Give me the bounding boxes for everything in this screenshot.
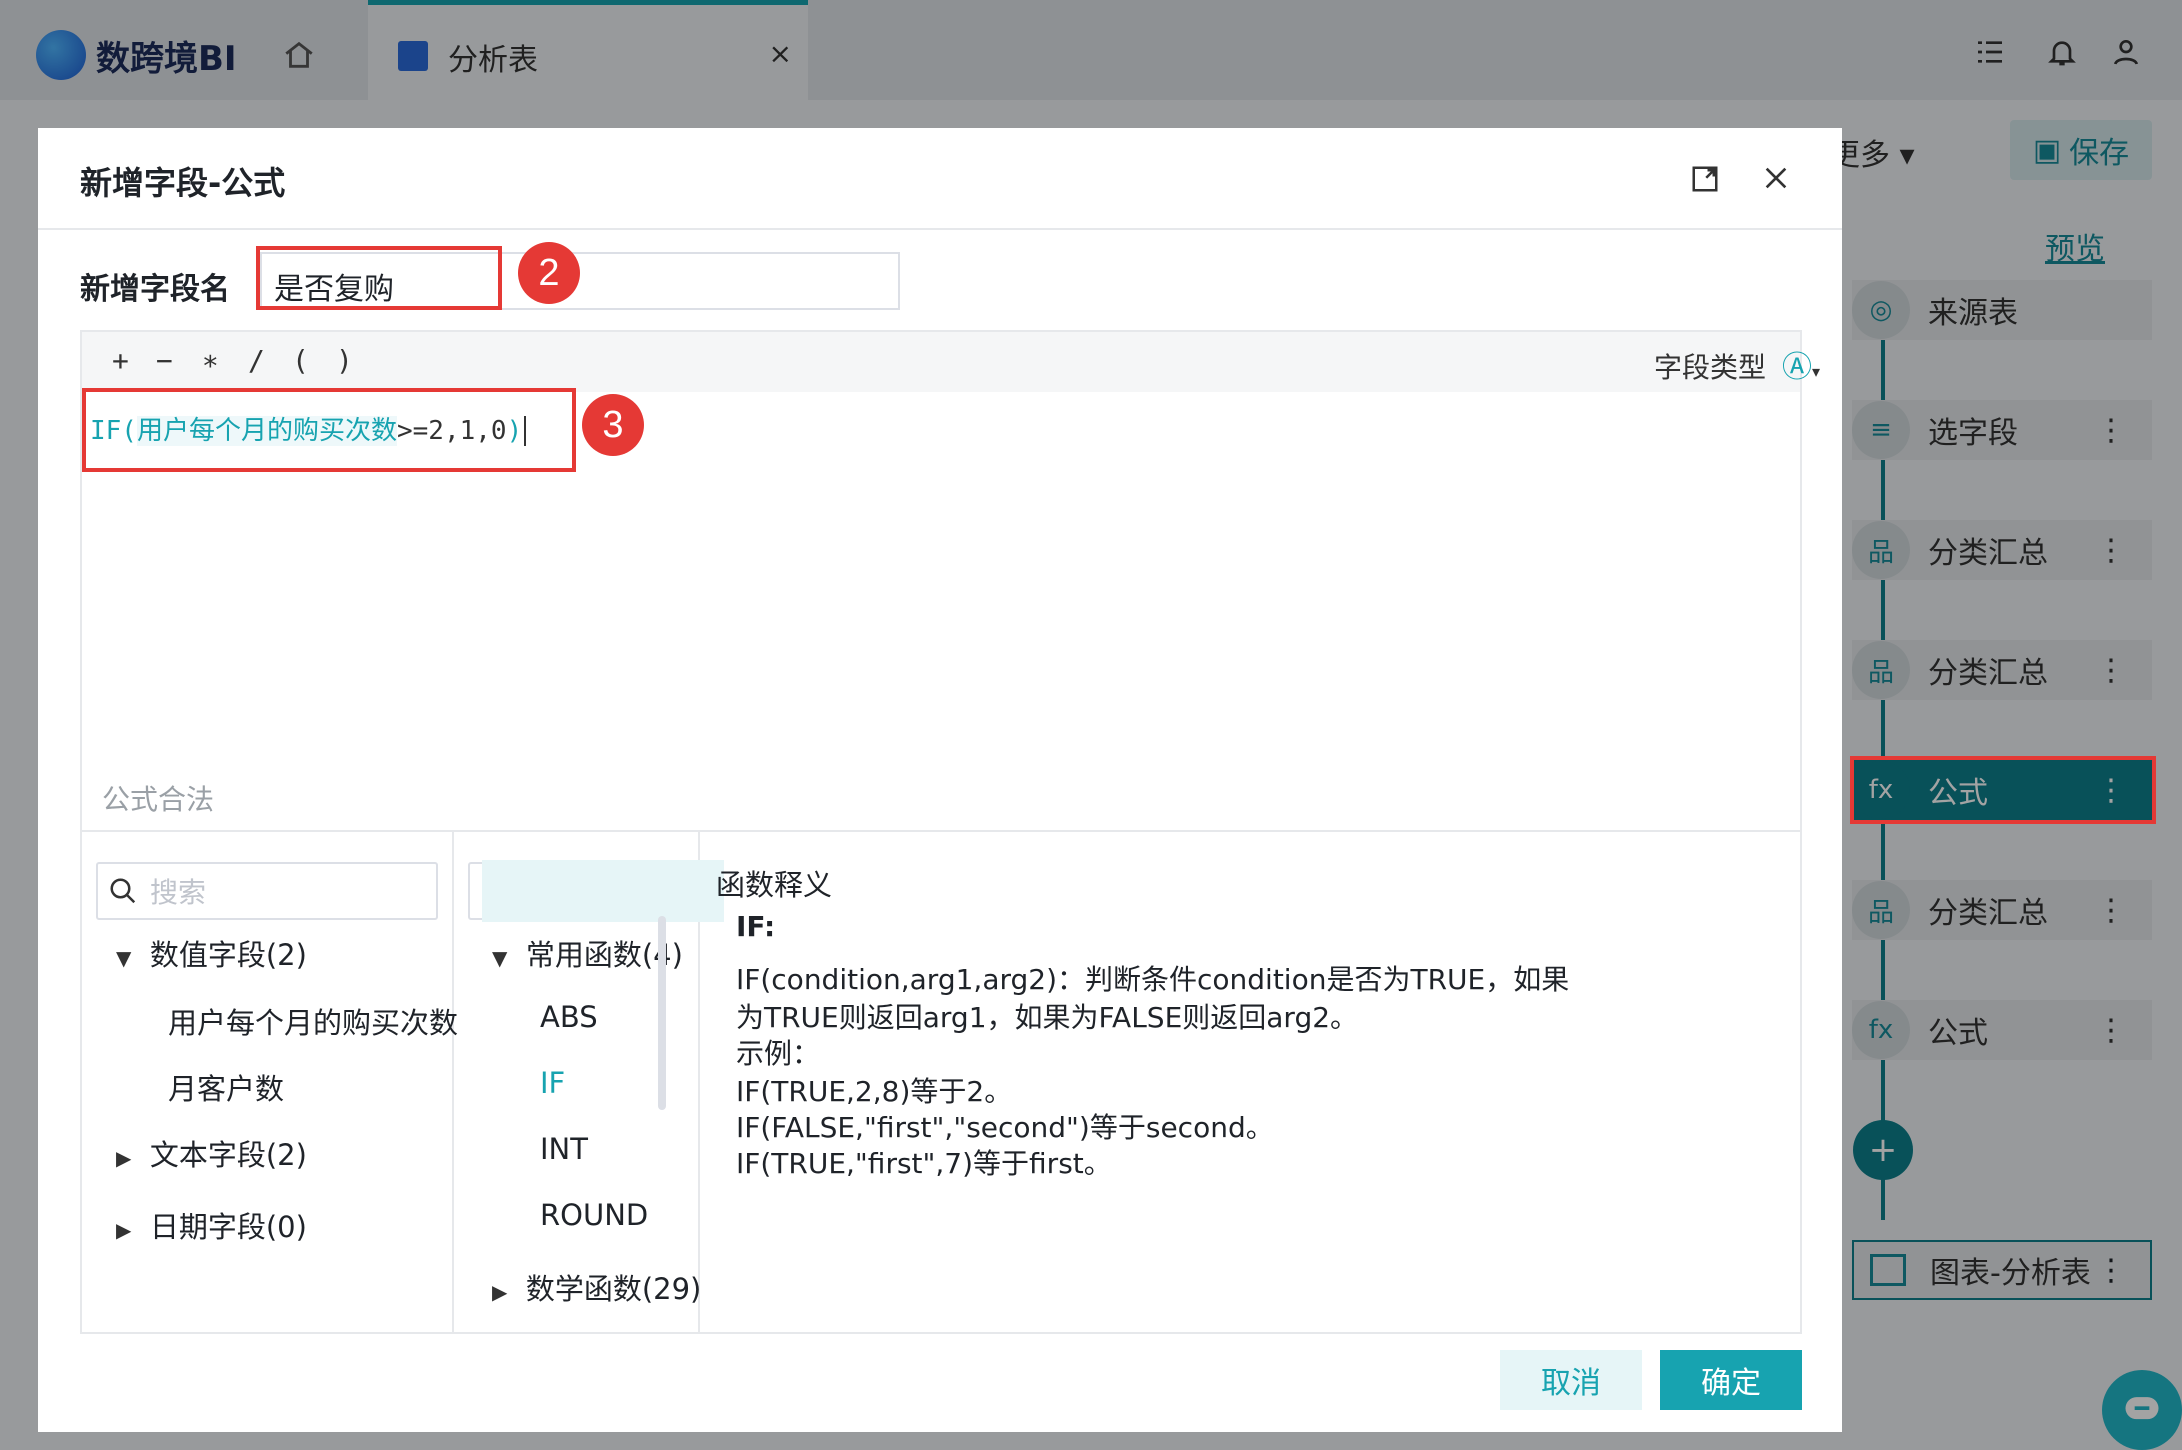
function-item[interactable]: ROUND: [540, 1198, 648, 1232]
expand-icon[interactable]: [1690, 164, 1720, 194]
function-list-scrollbar[interactable]: [658, 916, 666, 1110]
operator-divide-button[interactable]: /: [248, 344, 265, 377]
annotation-box-formula-node: [1850, 756, 2156, 824]
function-doc-line: IF(FALSE,"first","second")等于second。: [736, 1111, 1274, 1144]
function-doc-title: 函数释义: [716, 868, 833, 902]
function-item-selected[interactable]: IF: [540, 1066, 565, 1100]
field-type-label: 字段类型: [1654, 351, 1767, 384]
formula-editor: + − ∗ / ( ) 字段类型 Ⓐ▾ IF(用户每个月的购买次数>=2,1,0…: [80, 330, 1820, 1334]
operator-bar: + − ∗ / ( ) 字段类型 Ⓐ▾: [82, 332, 1820, 392]
field-item[interactable]: 用户每个月的购买次数: [168, 1000, 458, 1042]
annotation-badge-2: 2: [518, 242, 580, 304]
operator-open-paren-button[interactable]: (: [292, 344, 309, 377]
function-doc-line: IF(TRUE,"first",7)等于first。: [736, 1147, 1112, 1180]
panel-divider: [452, 832, 454, 1332]
function-doc-name: IF:: [736, 910, 776, 943]
selected-function-highlight: [482, 860, 724, 922]
function-group-common[interactable]: ▼ 常用函数(4): [492, 932, 683, 974]
annotation-box-formula: [82, 388, 576, 472]
close-icon[interactable]: [1760, 162, 1792, 194]
dialog-title: 新增字段-公式: [80, 164, 286, 202]
function-doc-line: IF(TRUE,2,8)等于2。: [736, 1075, 1013, 1108]
function-item[interactable]: INT: [540, 1132, 588, 1166]
function-doc-line: IF(condition,arg1,arg2)：判断条件condition是否为…: [736, 963, 1570, 996]
field-group-numeric[interactable]: ▼ 数值字段(2): [116, 932, 307, 974]
annotation-box-field-name: [256, 246, 502, 310]
search-icon: [110, 878, 136, 904]
field-search-input[interactable]: 搜索: [96, 862, 438, 920]
function-item[interactable]: ABS: [540, 1000, 598, 1034]
cancel-button[interactable]: 取消: [1500, 1350, 1642, 1410]
operator-plus-button[interactable]: +: [112, 344, 129, 377]
function-doc-line: 示例：: [736, 1037, 821, 1070]
field-type-dropdown-icon[interactable]: Ⓐ▾: [1782, 342, 1820, 386]
function-doc-line: 为TRUE则返回arg1，如果为FALSE则返回arg2。: [736, 1001, 1359, 1034]
dialog-divider: [38, 228, 1842, 230]
field-name-label: 新增字段名: [80, 272, 230, 307]
confirm-button[interactable]: 确定: [1660, 1350, 1802, 1410]
add-formula-field-dialog: 新增字段-公式 新增字段名 是否复购 2 + − ∗ / ( ) 字段类型 Ⓐ▾…: [38, 128, 1842, 1432]
operator-close-paren-button[interactable]: ): [336, 344, 353, 377]
formula-valid-status: 公式合法: [102, 783, 215, 816]
panel-divider: [82, 830, 1800, 832]
operator-multiply-button[interactable]: ∗: [202, 344, 219, 377]
field-group-date[interactable]: ▶ 日期字段(0): [116, 1204, 307, 1246]
field-group-text[interactable]: ▶ 文本字段(2): [116, 1132, 307, 1174]
field-item[interactable]: 月客户数: [168, 1066, 284, 1108]
function-group-math[interactable]: ▶ 数学函数(29): [492, 1266, 701, 1308]
annotation-badge-3: 3: [582, 394, 644, 456]
operator-minus-button[interactable]: −: [156, 344, 173, 377]
